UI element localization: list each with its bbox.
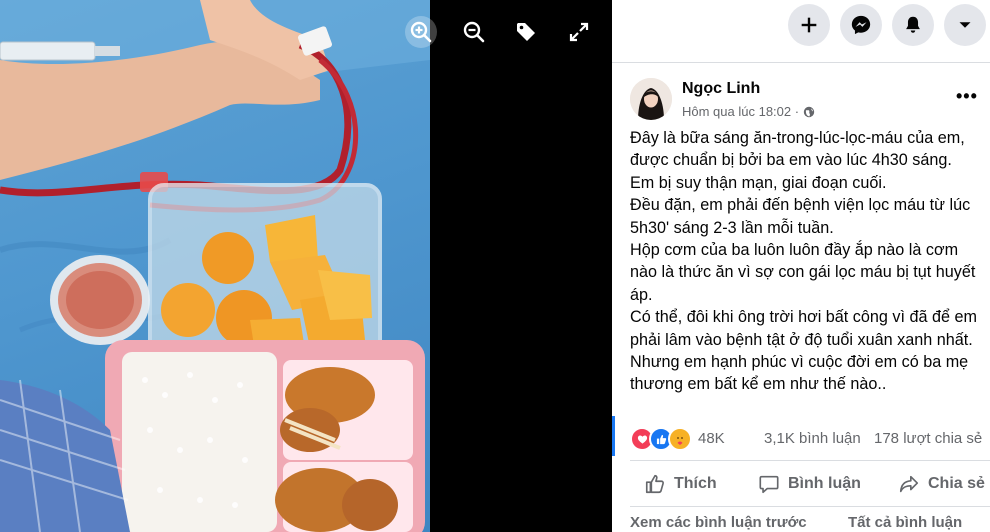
account-menu-button[interactable] bbox=[944, 4, 986, 46]
share-label: Chia sẻ bbox=[928, 475, 985, 492]
comment-label: Bình luận bbox=[788, 475, 861, 492]
create-button[interactable] bbox=[788, 4, 830, 46]
zoom-in-button[interactable] bbox=[405, 16, 437, 48]
post-text-line: nào là thức ăn vì sợ con gái lọc máu bị … bbox=[630, 263, 976, 282]
post-text-line: Hộp cơm của ba luôn luôn đầy ắp nào là c… bbox=[630, 241, 959, 260]
post-meta: Hôm qua lúc 18:02 · bbox=[682, 104, 815, 119]
post-options-button[interactable]: ••• bbox=[956, 86, 978, 107]
avatar-image bbox=[630, 78, 672, 120]
actions-divider-bottom bbox=[630, 506, 990, 507]
focus-indicator bbox=[612, 416, 615, 456]
post-text-line: Nhưng em hạnh phúc vì cuộc đời em có ba … bbox=[630, 353, 969, 372]
food-photo-illustration bbox=[0, 0, 430, 532]
like-button[interactable]: Thích bbox=[644, 472, 717, 496]
zoom-out-icon bbox=[463, 21, 485, 43]
messenger-button[interactable] bbox=[840, 4, 882, 46]
create-icon bbox=[801, 17, 817, 33]
comment-icon bbox=[759, 475, 779, 494]
comment-count[interactable]: 3,1K bình luận bbox=[764, 430, 861, 447]
share-count[interactable]: 178 lượt chia sẻ bbox=[874, 430, 982, 447]
notifications-icon bbox=[906, 16, 920, 33]
account-menu-icon bbox=[959, 22, 971, 28]
top-bar bbox=[612, 0, 990, 52]
fullscreen-icon bbox=[569, 22, 589, 42]
globe-icon bbox=[803, 106, 815, 117]
thumbs-up-icon bbox=[645, 474, 664, 494]
share-button[interactable]: Chia sẻ bbox=[898, 472, 985, 496]
comment-button[interactable]: Bình luận bbox=[758, 472, 861, 496]
messenger-icon bbox=[851, 15, 871, 35]
zoom-out-button[interactable] bbox=[458, 16, 490, 48]
tag-icon bbox=[517, 23, 535, 41]
photo-viewer bbox=[0, 0, 612, 532]
post-text-line: 5h30' sáng 2-3 lần mỗi tuần. bbox=[630, 218, 834, 237]
post-text-line: Em bị suy thận mạn, giai đoạn cuối. bbox=[630, 173, 887, 192]
top-divider bbox=[612, 62, 990, 63]
post-text-line: Đây là bữa sáng ăn-trong-lúc-lọc-máu của… bbox=[630, 129, 965, 147]
fullscreen-button[interactable] bbox=[563, 16, 595, 48]
reaction-count[interactable]: 48K bbox=[698, 430, 725, 447]
notifications-button[interactable] bbox=[892, 4, 934, 46]
view-previous-comments-link[interactable]: Xem các bình luận trước bbox=[630, 514, 807, 531]
post-author[interactable]: Ngọc Linh bbox=[682, 80, 760, 98]
post-panel: Ngọc Linh Hôm qua lúc 18:02 · ••• Đây là… bbox=[612, 0, 990, 532]
post-text-line: thương em bất kể em như thế nào.. bbox=[630, 375, 887, 394]
post-text-line: Đều đặn, em phải đến bệnh viện lọc máu t… bbox=[630, 196, 971, 215]
actions-divider-top bbox=[630, 460, 990, 461]
like-label: Thích bbox=[674, 475, 717, 492]
avatar[interactable] bbox=[630, 78, 672, 120]
post-text-line: phải lâm vào bệnh tật ở độ tuổi xuân xan… bbox=[630, 330, 973, 349]
post-text-line: được chuẩn bị bởi ba em vào lúc 4h30 sán… bbox=[630, 151, 952, 170]
reaction-icons[interactable] bbox=[630, 427, 692, 451]
comment-filter-dropdown[interactable]: Tất cả bình luận bbox=[848, 514, 962, 531]
share-icon bbox=[899, 475, 919, 493]
care-icon bbox=[668, 427, 692, 451]
zoom-in-icon bbox=[410, 21, 432, 43]
post-text-line: Có thể, đôi khi ông trời hơi bất công vì… bbox=[630, 308, 977, 327]
tag-button[interactable] bbox=[510, 16, 542, 48]
post-photo[interactable] bbox=[0, 0, 430, 532]
post-timestamp[interactable]: Hôm qua lúc 18:02 · bbox=[682, 104, 799, 119]
post-text-line: áp. bbox=[630, 285, 653, 304]
post-text: Đây là bữa sáng ăn-trong-lúc-lọc-máu của… bbox=[630, 127, 984, 396]
